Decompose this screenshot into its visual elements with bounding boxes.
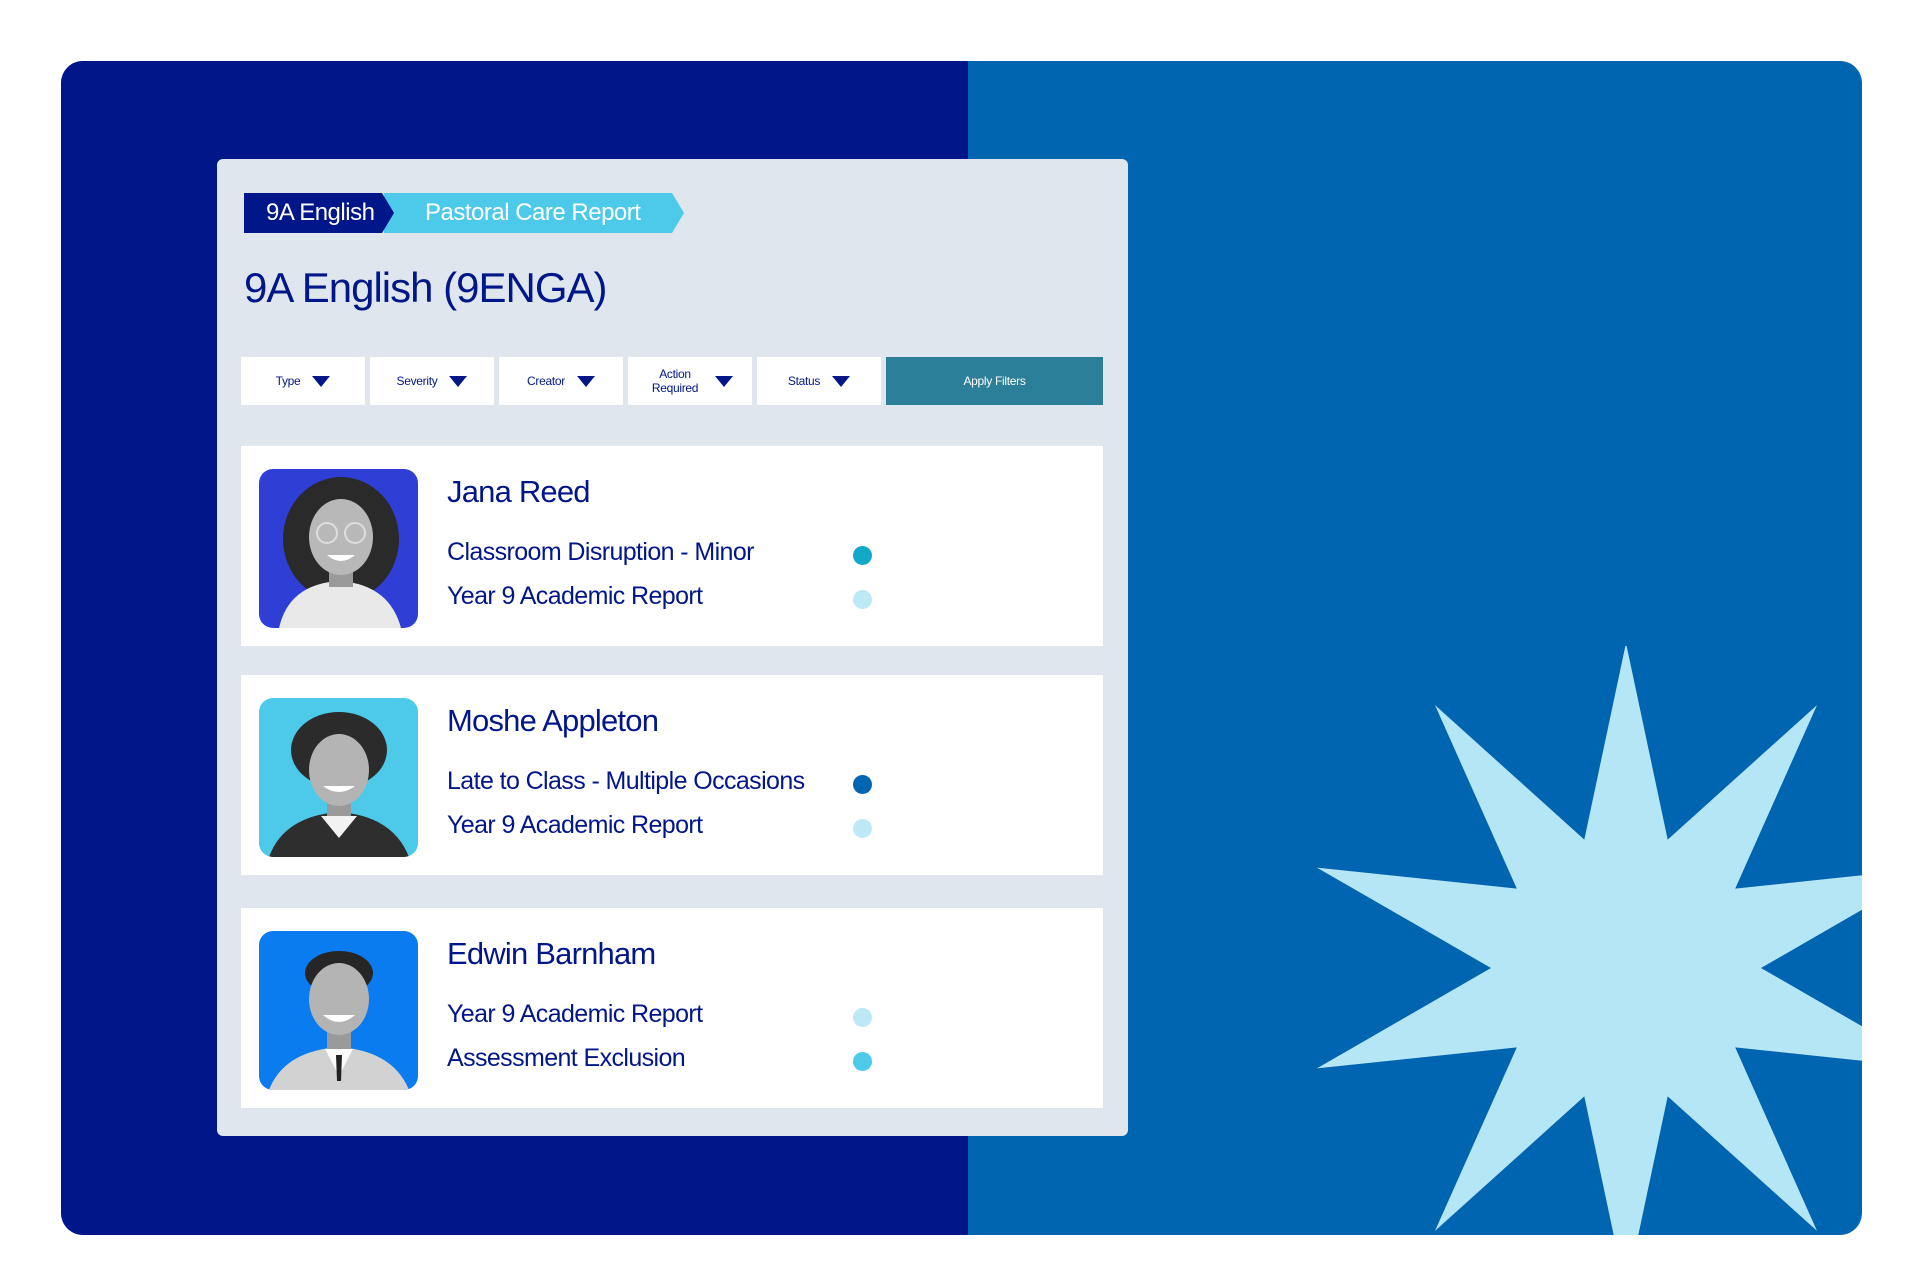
chevron-down-icon [715,375,733,387]
pastoral-care-panel: 9A English Pastoral Care Report 9A Engli… [217,159,1128,1136]
report-title[interactable]: Year 9 Academic Report [447,1000,703,1029]
status-dot [853,1008,872,1027]
filter-creator-label: Creator [527,374,565,388]
filter-severity[interactable]: Severity [370,357,494,405]
status-dot [853,590,872,609]
filter-creator[interactable]: Creator [499,357,623,405]
apply-filters-button[interactable]: Apply Filters [886,357,1103,405]
status-dot [853,1052,872,1071]
student-name[interactable]: Edwin Barnham [447,936,656,972]
avatar [259,931,418,1090]
report-title[interactable]: Late to Class - Multiple Occasions [447,767,805,796]
chevron-down-icon [312,375,331,387]
filter-bar: Type Severity Creator Action Required St… [241,357,1103,405]
chevron-down-icon [449,375,468,387]
filter-status[interactable]: Status [757,357,881,405]
filter-type[interactable]: Type [241,357,365,405]
breadcrumb: 9A English Pastoral Care Report [244,193,744,233]
student-card[interactable]: Jana Reed Classroom Disruption - Minor Y… [241,446,1103,646]
student-name[interactable]: Jana Reed [447,474,591,510]
page-title: 9A English (9ENGA) [244,264,608,311]
star-decoration-icon [1316,646,1862,1235]
filter-severity-label: Severity [396,374,438,388]
student-name[interactable]: Moshe Appleton [447,703,659,739]
status-dot [853,546,872,565]
breadcrumb-class[interactable]: 9A English [244,193,394,233]
breadcrumb-report[interactable]: Pastoral Care Report [384,193,684,233]
chevron-down-icon [832,375,851,387]
report-title[interactable]: Year 9 Academic Report [447,582,703,611]
report-title[interactable]: Year 9 Academic Report [447,811,703,840]
status-dot [853,775,872,794]
filter-type-label: Type [275,374,301,388]
filter-action-required-label: Action Required [651,367,699,395]
student-card[interactable]: Edwin Barnham Year 9 Academic Report Ass… [241,908,1103,1108]
chevron-down-icon [576,375,595,387]
avatar [259,698,418,857]
report-title[interactable]: Classroom Disruption - Minor [447,538,755,567]
student-card[interactable]: Moshe Appleton Late to Class - Multiple … [241,675,1103,875]
filter-action-required[interactable]: Action Required [628,357,752,405]
report-title[interactable]: Assessment Exclusion [447,1044,686,1073]
status-dot [853,819,872,838]
avatar [259,469,418,628]
filter-status-label: Status [787,374,821,388]
